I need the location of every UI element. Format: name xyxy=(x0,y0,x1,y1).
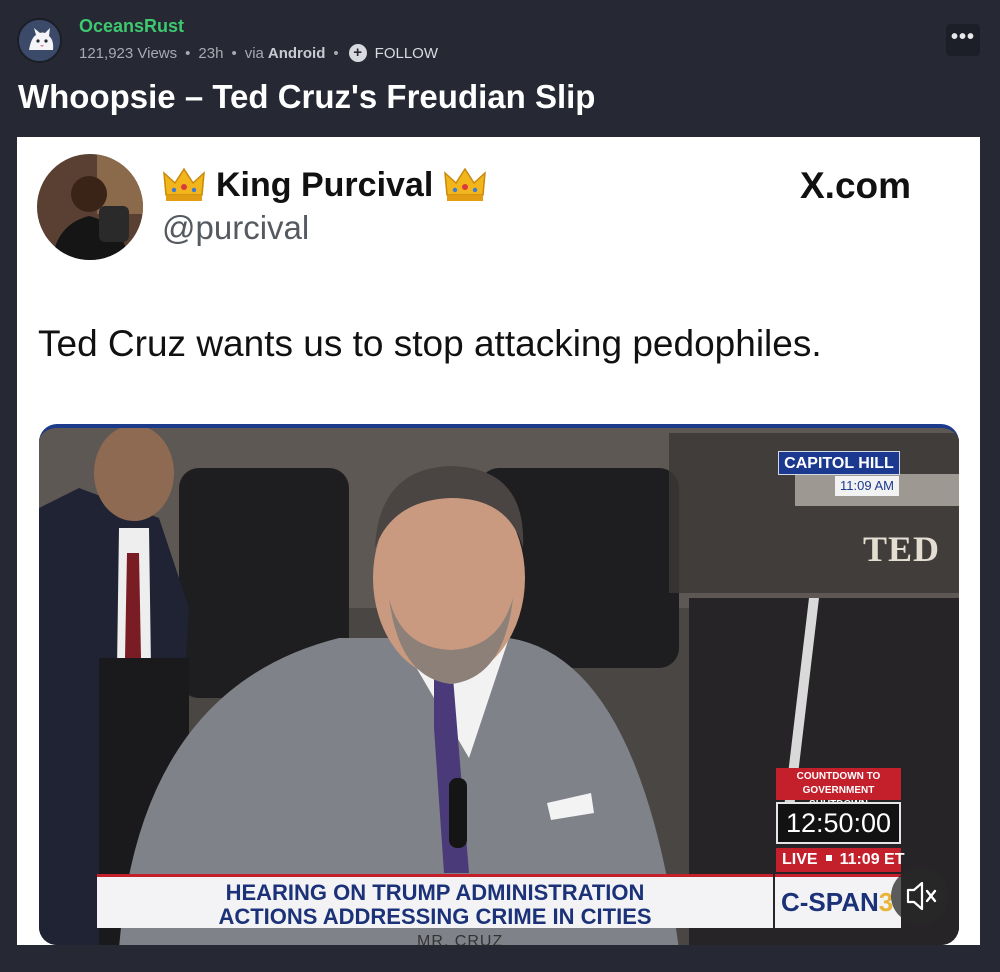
live-time: 11:09 ET xyxy=(839,851,905,868)
chyron: HEARING ON TRUMP ADMINISTRATION ACTIONS … xyxy=(97,874,773,929)
username-link[interactable]: OceansRust xyxy=(79,16,184,37)
tweet-avatar xyxy=(37,154,143,260)
post-header: OceansRust 121,923 Views • 23h • via And… xyxy=(0,0,1000,140)
countdown-timer: 12:50:00 xyxy=(776,802,901,844)
post-title: Whoopsie – Ted Cruz's Freudian Slip xyxy=(18,78,596,115)
video-player[interactable]: TED CAPITOL HILL 11:09 AM COUNTDOWN TO G… xyxy=(39,424,959,945)
source-label: X.com xyxy=(800,165,912,206)
more-options-button[interactable]: ••• xyxy=(946,24,980,56)
separator-dot: • xyxy=(231,44,237,62)
separator-dot: • xyxy=(185,44,191,62)
chyron-text: HEARING ON TRUMP ADMINISTRATION ACTIONS … xyxy=(97,881,773,929)
crown-icon xyxy=(444,167,487,201)
cat-avatar-icon xyxy=(19,20,60,61)
capitol-time: 11:09 AM xyxy=(835,476,899,496)
network-logo-text: C-SPAN3 xyxy=(781,887,893,918)
tweet-text: Ted Cruz wants us to stop attacking pedo… xyxy=(38,323,822,364)
follow-button[interactable]: + FOLLOW xyxy=(348,44,438,62)
post-age: 23h xyxy=(198,44,224,62)
live-separator xyxy=(825,855,832,862)
tweet-display-name: King Purcival xyxy=(162,165,487,205)
speaker-muted-icon xyxy=(906,881,937,911)
network-name: C-SPAN xyxy=(781,887,879,917)
network-logo: C-SPAN3 xyxy=(775,874,901,928)
speaker-plate: MR. CRUZ xyxy=(417,933,504,945)
view-count: 121,923 Views xyxy=(79,44,178,62)
post-image[interactable]: King Purcival @purcival X.com Ted Cruz w… xyxy=(17,137,980,945)
mute-button[interactable] xyxy=(891,868,949,924)
live-badge: LIVE 11:09 ET xyxy=(776,848,905,872)
nameplate-text: TED xyxy=(863,529,941,569)
via-platform: Android xyxy=(267,44,326,62)
more-options-icon: ••• xyxy=(950,26,975,48)
separator-dot: • xyxy=(333,44,339,62)
countdown-label: COUNTDOWN TO GOVERNMENT SHUTDOWN xyxy=(776,768,901,810)
crown-icon xyxy=(163,167,205,201)
plus-circle-icon: + xyxy=(348,44,367,62)
capitol-hill-badge: CAPITOL HILL xyxy=(778,451,900,475)
via-label: via xyxy=(244,44,264,62)
follow-label: FOLLOW xyxy=(374,44,438,62)
chyron-line-2: ACTIONS ADDRESSING CRIME IN CITIES xyxy=(218,904,652,929)
profile-photo xyxy=(37,154,143,260)
live-label: LIVE xyxy=(782,851,818,868)
tweet-handle: @purcival xyxy=(162,209,310,246)
user-avatar[interactable] xyxy=(17,18,62,63)
chyron-line-1: HEARING ON TRUMP ADMINISTRATION xyxy=(225,880,645,905)
post-meta: 121,923 Views • 23h • via Android • + FO… xyxy=(79,44,438,62)
tweet-name-text: King Purcival xyxy=(216,165,434,204)
countdown-label-line-1: COUNTDOWN TO xyxy=(796,771,881,782)
